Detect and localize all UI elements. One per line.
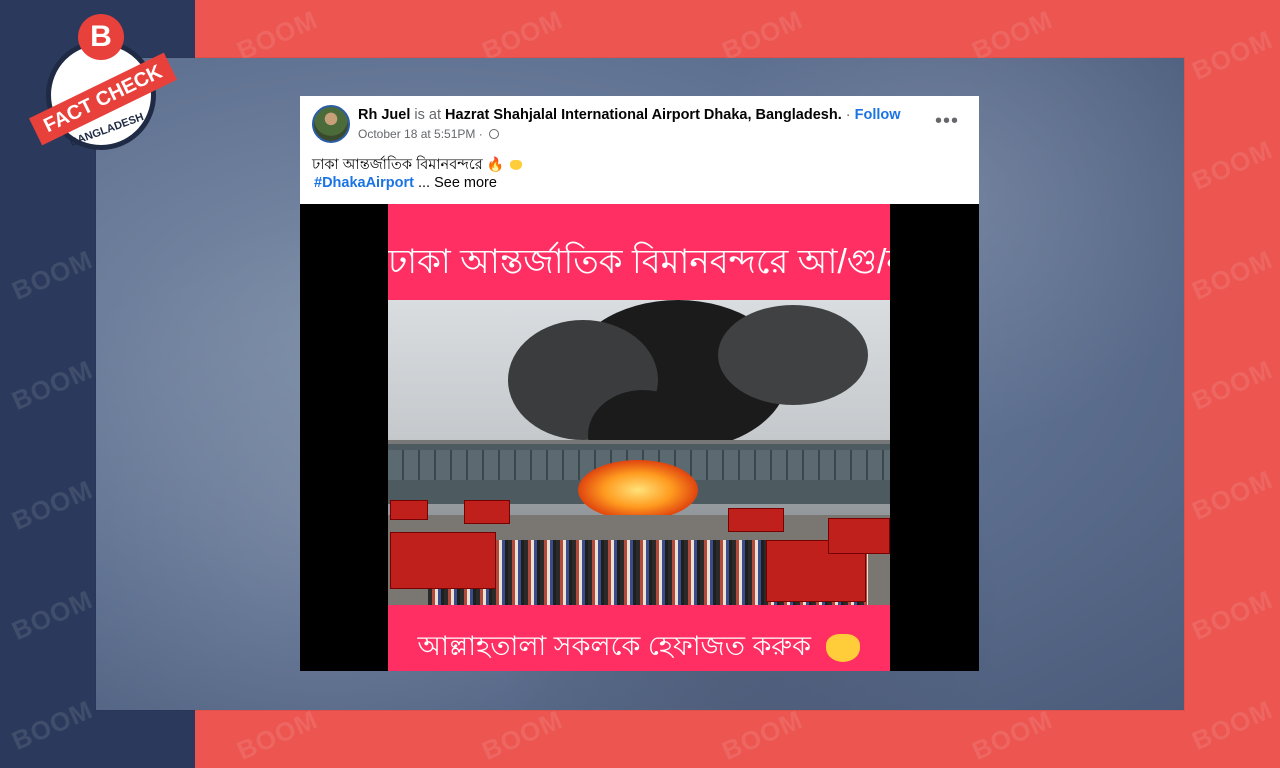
post-media[interactable]: ঢাকা আন্তর্জাতিক বিমানবন্দরে আ/গু/ন আল্ল… bbox=[300, 204, 979, 671]
top-banner-text: ঢাকা আন্তর্জাতিক বিমানবন্দরে আ/গু/ন bbox=[388, 243, 890, 281]
airport-fire-photo bbox=[388, 300, 890, 605]
fire-truck bbox=[464, 500, 510, 524]
fire-blast bbox=[578, 460, 698, 520]
fire-icon: 🔥 bbox=[486, 156, 505, 172]
ellipsis: ... bbox=[417, 175, 431, 191]
smoke-cloud bbox=[718, 305, 868, 405]
hashtag-link[interactable]: #DhakaAirport bbox=[314, 175, 414, 191]
post-timestamp[interactable]: October 18 at 5:51PM bbox=[358, 127, 475, 141]
location-link[interactable]: Hazrat Shahjalal International Airport D… bbox=[445, 107, 842, 123]
is-at-text: is at bbox=[414, 107, 441, 123]
globe-icon bbox=[489, 129, 500, 139]
separator: · bbox=[845, 107, 851, 123]
meta-dot: · bbox=[478, 127, 483, 141]
fire-truck bbox=[390, 500, 428, 520]
see-more-link[interactable]: See more bbox=[434, 175, 497, 191]
fact-check-badge: B FACT CHECK BANGLADESH bbox=[29, 14, 177, 154]
post-header: Rh Juel is at Hazrat Shahjalal Internati… bbox=[300, 96, 979, 204]
praying-hands-icon bbox=[826, 633, 861, 662]
post-meta: October 18 at 5:51PM · bbox=[358, 127, 500, 141]
fire-truck bbox=[828, 518, 890, 554]
facebook-post: Rh Juel is at Hazrat Shahjalal Internati… bbox=[300, 96, 979, 671]
caption-text: ঢাকা আন্তর্জাতিক বিমানবন্দরে bbox=[312, 157, 483, 173]
media-image: ঢাকা আন্তর্জাতিক বিমানবন্দরে আ/গু/ন আল্ল… bbox=[388, 204, 890, 671]
bottom-banner: আল্লাহতালা সকলকে হেফাজত করুক bbox=[388, 605, 890, 671]
more-options-icon[interactable]: ••• bbox=[935, 110, 959, 133]
praying-hands-icon bbox=[510, 160, 523, 171]
follow-button[interactable]: Follow bbox=[855, 107, 901, 123]
post-tagline: #DhakaAirport ... See more bbox=[314, 175, 497, 191]
boom-logo-icon: B bbox=[78, 14, 124, 60]
fire-truck bbox=[728, 508, 784, 532]
bottom-banner-text: আল্লাহতালা সকলকে হেফাজত করুক bbox=[417, 631, 811, 661]
avatar[interactable] bbox=[312, 105, 350, 143]
post-author-line: Rh Juel is at Hazrat Shahjalal Internati… bbox=[358, 107, 901, 123]
author-name[interactable]: Rh Juel bbox=[358, 107, 410, 123]
fire-truck bbox=[390, 532, 496, 589]
